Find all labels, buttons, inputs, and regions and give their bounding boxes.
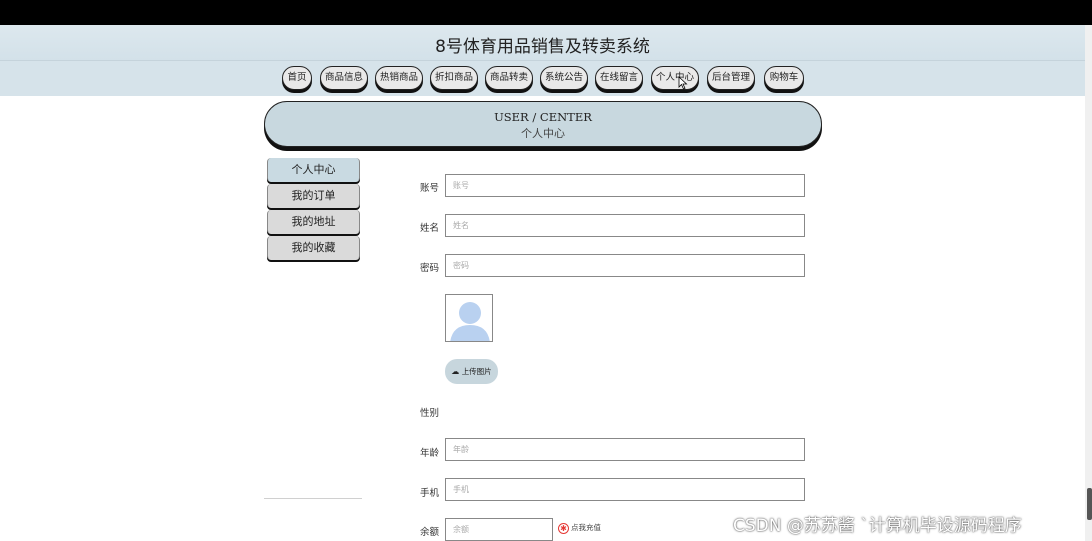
- recharge-label: 点我充值: [571, 523, 601, 532]
- nav-home[interactable]: 首页: [282, 66, 312, 90]
- site-title: 8号体育用品销售及转卖系统: [435, 37, 650, 57]
- banner-title-cn: 个人中心: [521, 127, 565, 140]
- password-input[interactable]: 密码: [445, 254, 805, 277]
- sidebar-item-orders[interactable]: 我的订单: [267, 184, 360, 208]
- balance-input[interactable]: 余额: [445, 518, 553, 541]
- main-nav: 首页 商品信息 热销商品 折扣商品 商品转卖 系统公告 在线留言 个人中心 后台…: [0, 61, 1085, 96]
- account-input[interactable]: 账号: [445, 174, 805, 197]
- age-input[interactable]: 年龄: [445, 438, 805, 461]
- site-header: 8号体育用品销售及转卖系统: [0, 25, 1085, 61]
- recharge-link[interactable]: ✱ 点我充值: [558, 522, 601, 536]
- balance-label: 余额: [420, 527, 440, 538]
- default-avatar-icon: [446, 295, 492, 341]
- nav-admin[interactable]: 后台管理: [707, 66, 755, 90]
- upload-button-label: 上传图片: [461, 367, 492, 376]
- banner-title-en: USER / CENTER: [494, 110, 592, 124]
- nav-cart[interactable]: 购物车: [764, 66, 804, 90]
- sidebar-divider: [264, 498, 362, 499]
- age-label: 年龄: [420, 448, 440, 459]
- password-label: 密码: [420, 263, 440, 274]
- sidebar-item-user-center[interactable]: 个人中心: [267, 158, 360, 182]
- recharge-icon: ✱: [558, 522, 569, 534]
- sidebar-item-addresses[interactable]: 我的地址: [267, 210, 360, 234]
- browser-top-bar: [0, 0, 1092, 25]
- account-label: 账号: [420, 183, 440, 194]
- phone-input[interactable]: 手机: [445, 478, 805, 501]
- watermark-text: CSDN @苏苏酱 `计算机毕设源码程序: [733, 516, 1022, 536]
- gender-label: 性别: [420, 408, 440, 419]
- avatar-image: [445, 294, 493, 342]
- sidebar-item-favorites[interactable]: 我的收藏: [267, 236, 360, 260]
- cloud-upload-icon: ☁: [451, 367, 460, 376]
- name-input[interactable]: 姓名: [445, 214, 805, 237]
- nav-announcements[interactable]: 系统公告: [540, 66, 588, 90]
- nav-hot-products[interactable]: 热销商品: [375, 66, 423, 90]
- user-center-banner: USER / CENTER 个人中心: [264, 101, 822, 147]
- nav-user-center[interactable]: 个人中心: [651, 66, 699, 90]
- upload-image-button[interactable]: ☁ 上传图片: [445, 359, 498, 384]
- scrollbar-thumb[interactable]: [1087, 488, 1092, 520]
- scrollbar[interactable]: [1085, 25, 1092, 541]
- nav-discount-products[interactable]: 折扣商品: [430, 66, 478, 90]
- nav-products[interactable]: 商品信息: [320, 66, 368, 90]
- name-label: 姓名: [420, 223, 440, 234]
- nav-resale[interactable]: 商品转卖: [485, 66, 533, 90]
- nav-messages[interactable]: 在线留言: [595, 66, 643, 90]
- mouse-cursor-icon: [678, 76, 688, 90]
- phone-label: 手机: [420, 488, 440, 499]
